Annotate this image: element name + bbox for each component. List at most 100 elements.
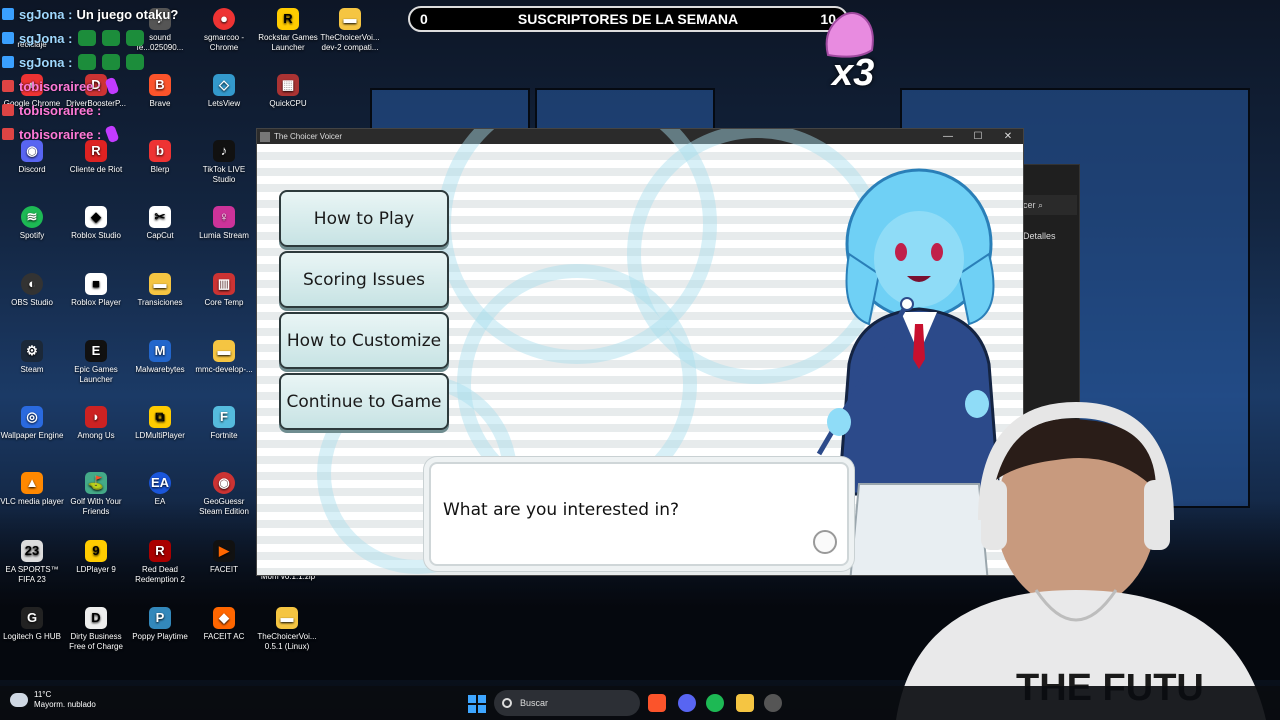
chat-message: tobisorairee : xyxy=(2,122,222,146)
multiplier-text: x3 xyxy=(832,52,875,94)
desktop-icon[interactable]: ♀ Lumia Stream xyxy=(192,206,256,241)
steam-icon: ⚙ xyxy=(21,340,43,362)
ea-icon: EA xyxy=(149,472,171,494)
scoring-issues-button[interactable]: Scoring Issues xyxy=(279,251,449,308)
desktop-icon[interactable]: 23 EA SPORTS™ FIFA 23 xyxy=(0,540,64,585)
badge-icon xyxy=(2,8,14,20)
faceit-icon: ▶ xyxy=(213,540,235,562)
among-us-icon: ◗ xyxy=(85,406,107,428)
goal-start: 0 xyxy=(420,11,428,27)
rockstar-icon: R xyxy=(277,8,299,30)
desktop-icon[interactable]: G Logitech G HUB xyxy=(0,607,64,642)
desktop-icon[interactable]: EA EA xyxy=(128,472,192,507)
desktop-icon[interactable]: ◗ Among Us xyxy=(64,406,128,441)
how-to-play-button[interactable]: How to Play xyxy=(279,190,449,247)
rdr2-icon: R xyxy=(149,540,171,562)
desktop-icon[interactable]: ▥ Core Temp xyxy=(192,273,256,308)
minimize-button[interactable]: — xyxy=(933,129,963,144)
desktop-icon[interactable]: ⚙ Steam xyxy=(0,340,64,375)
desktop-icon[interactable]: ◆ Roblox Studio xyxy=(64,206,128,241)
file-explorer-icon[interactable] xyxy=(736,694,754,712)
desktop-icon[interactable]: R Red Dead Redemption 2 xyxy=(128,540,192,585)
desktop-icon[interactable]: ⧉ LDMultiPlayer xyxy=(128,406,192,441)
chat-message: sgJona : xyxy=(2,26,222,50)
desktop-icon[interactable]: ⛳ Golf With Your Friends xyxy=(64,472,128,517)
weather-widget[interactable]: 11°C Mayorm. nublado xyxy=(10,690,96,710)
settings-icon[interactable] xyxy=(764,694,782,712)
desktop-icon[interactable]: ◆ FACEIT AC xyxy=(192,607,256,642)
desktop-icon[interactable]: P Poppy Playtime xyxy=(128,607,192,642)
desktop-icon[interactable]: ▶ FACEIT xyxy=(192,540,256,575)
fortnite-icon: F xyxy=(213,406,235,428)
maximize-button[interactable]: ☐ xyxy=(963,129,993,144)
chat-overlay: sgJona : Un juego otaku? sgJona : sgJona … xyxy=(2,2,222,146)
dialog-prompt: What are you interested in? xyxy=(443,500,679,520)
details-button[interactable]: Detalles xyxy=(1023,231,1056,241)
search-field[interactable]: icer ⌕ xyxy=(1017,195,1077,215)
desktop-icon[interactable]: ◐ OBS Studio xyxy=(0,273,64,308)
desktop-icon[interactable]: M Malwarebytes xyxy=(128,340,192,375)
start-button[interactable] xyxy=(468,695,486,713)
quickcpu-icon: ▦ xyxy=(277,74,299,96)
ldmulti-icon: ⧉ xyxy=(149,406,171,428)
search-icon: ⌕ xyxy=(1038,200,1044,210)
capcut-icon: ✂ xyxy=(149,206,171,228)
emote-icon xyxy=(126,54,145,70)
wallpaper-engine-icon: ◎ xyxy=(21,406,43,428)
badge-icon xyxy=(2,32,14,44)
spotify-icon: ≋ xyxy=(21,206,43,228)
clapping-hands-overlay: x3 xyxy=(818,10,882,94)
taskbar-search[interactable]: Buscar xyxy=(494,690,640,716)
discord-icon[interactable] xyxy=(678,694,696,712)
desktop-icon[interactable]: ▲ VLC media player xyxy=(0,472,64,507)
malwarebytes-icon: M xyxy=(149,340,171,362)
how-to-customize-button[interactable]: How to Customize xyxy=(279,312,449,369)
obs-icon: ◐ xyxy=(21,273,43,295)
desktop-icon[interactable]: ▬ TheChoicerVoi... 0.5.1 (Linux) xyxy=(255,607,319,652)
desktop-icon[interactable]: F Fortnite xyxy=(192,406,256,441)
fifa-icon: 23 xyxy=(21,540,43,562)
vlc-icon: ▲ xyxy=(21,472,43,494)
badge-icon xyxy=(2,80,14,92)
temperature: 11°C xyxy=(34,690,52,699)
poppy-playtime-icon: P xyxy=(149,607,171,629)
close-button[interactable]: ✕ xyxy=(993,129,1023,144)
desktop-icon[interactable]: ▦ QuickCPU xyxy=(256,74,320,109)
continue-to-game-button[interactable]: Continue to Game xyxy=(279,373,449,430)
golf-icon: ⛳ xyxy=(85,472,107,494)
folder-icon: ▬ xyxy=(276,607,298,629)
webcam-feed: THE FUTU xyxy=(896,401,1266,720)
chat-message: sgJona : xyxy=(2,50,222,74)
desktop-icon[interactable]: ≋ Spotify xyxy=(0,206,64,241)
weather-desc: Mayorm. nublado xyxy=(34,700,96,709)
desktop-icon[interactable]: ▬ TheChoicerVoi... dev-2 compati... xyxy=(318,8,382,53)
roblox-studio-icon: ◆ xyxy=(85,206,107,228)
desktop-icon[interactable]: ◎ Wallpaper Engine xyxy=(0,406,64,441)
desktop-icon[interactable]: ▬ mmc-develop-... xyxy=(192,340,256,375)
logitech-icon: G xyxy=(21,607,43,629)
core-temp-icon: ▥ xyxy=(213,273,235,295)
desktop-icon[interactable]: E Epic Games Launcher xyxy=(64,340,128,385)
cloud-icon xyxy=(10,693,28,707)
folder-icon: ▬ xyxy=(339,8,361,30)
lumia-icon: ♀ xyxy=(213,206,235,228)
desktop-icon[interactable]: ♪ TikTok LIVE Studio xyxy=(192,140,256,185)
ldplayer-icon: 9 xyxy=(85,540,107,562)
chat-message: tobisorairee : xyxy=(2,74,222,98)
badge-icon xyxy=(2,128,14,140)
emote-icon xyxy=(104,124,120,144)
app-icon xyxy=(260,131,270,142)
emote-icon xyxy=(126,30,145,46)
desktop-icon[interactable]: 9 LDPlayer 9 xyxy=(64,540,128,575)
desktop-icon[interactable]: ✂ CapCut xyxy=(128,206,192,241)
desktop-icon[interactable]: ◉ GeoGuessr Steam Edition xyxy=(192,472,256,517)
roblox-player-icon: ■ xyxy=(85,273,107,295)
desktop-icon[interactable]: R Rockstar Games Launcher xyxy=(256,8,320,53)
brave-icon[interactable] xyxy=(648,694,666,712)
taskbar: 11°C Mayorm. nublado Buscar xyxy=(0,686,1280,720)
desktop-icon[interactable]: ■ Roblox Player xyxy=(64,273,128,308)
spotify-icon[interactable] xyxy=(706,694,724,712)
desktop-icon[interactable]: ▬ Transiciones xyxy=(128,273,192,308)
chat-message: sgJona : Un juego otaku? xyxy=(2,2,222,26)
desktop-icon[interactable]: D Dirty Business Free of Charge xyxy=(64,607,128,652)
